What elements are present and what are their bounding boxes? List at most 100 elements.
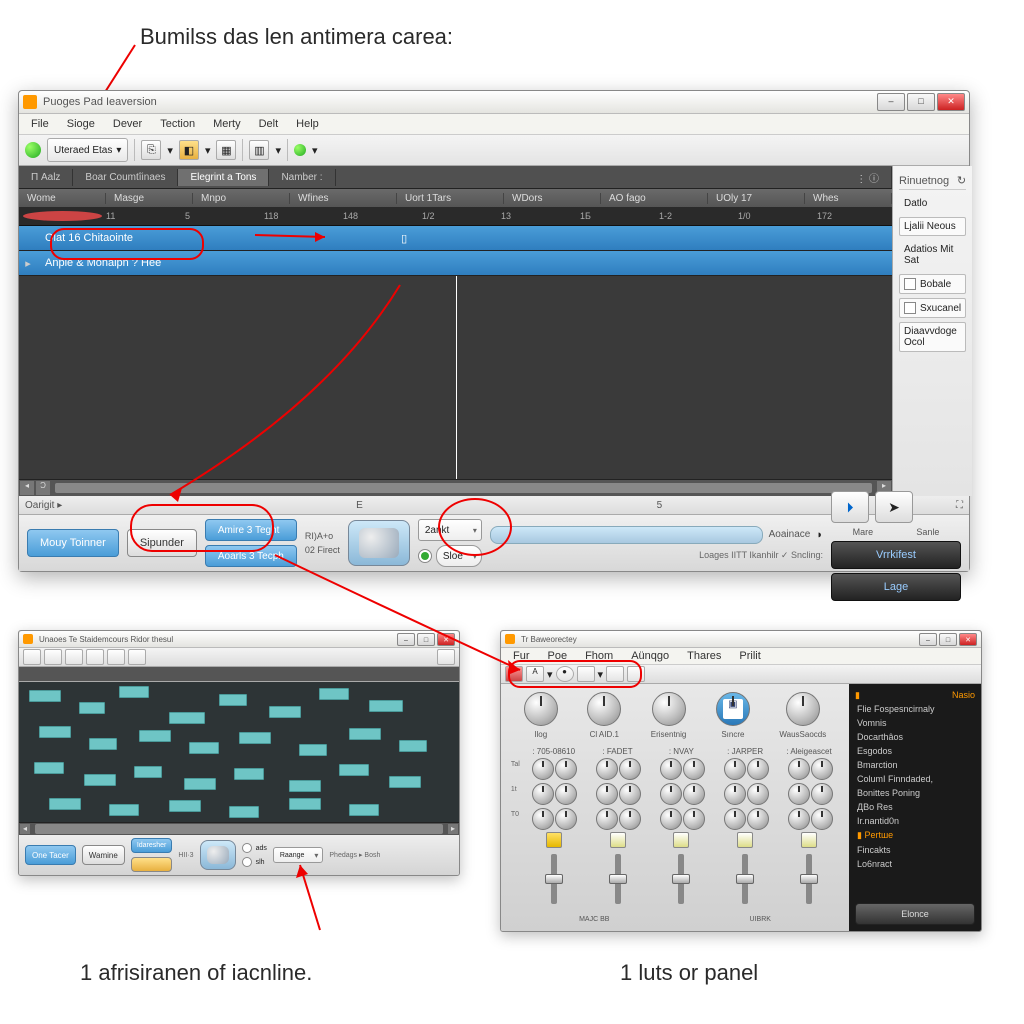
sr-si-11[interactable]: Lo6nract — [855, 858, 975, 870]
sl-bt2[interactable]: Wamine — [82, 845, 125, 865]
sr-si-8[interactable]: Ir.nantid0n — [855, 815, 975, 827]
knob-2[interactable] — [652, 692, 686, 726]
sr-tb-4[interactable] — [577, 666, 595, 682]
track-row-0[interactable]: Olat 16 Chitaointe ▯ — [19, 226, 892, 251]
minimize-button[interactable]: – — [877, 93, 905, 111]
sl-bt1[interactable]: One Tacer — [25, 845, 76, 865]
sr-menu-4[interactable]: Thares — [679, 648, 729, 664]
scroll-start-icon[interactable]: Ɔ — [36, 481, 50, 495]
dark-button-1[interactable]: Vrrkifest — [831, 541, 961, 569]
jog-wheel[interactable] — [348, 520, 410, 566]
sr-si-5[interactable]: ColumI Finndaded, — [855, 773, 975, 785]
sr-tb-3[interactable]: ● — [556, 666, 574, 682]
sr-si-0[interactable]: Flie Fospesncirnaly — [855, 703, 975, 715]
sr-tb-5[interactable] — [606, 666, 624, 682]
sr-tb-6[interactable] — [627, 666, 645, 682]
transport-slider[interactable] — [490, 526, 763, 544]
track-row-1[interactable]: ▸ Anple & Monaipn ? Hee — [19, 251, 892, 276]
sr-menu-1[interactable]: Poe — [540, 648, 576, 664]
ruler-marker-icon[interactable] — [23, 211, 102, 221]
sl-dd[interactable]: Raange — [273, 847, 324, 863]
tab-3[interactable]: Namber : — [269, 169, 335, 186]
tab-menu-icon[interactable]: ⋮ ⓘ — [844, 167, 892, 188]
refresh-icon[interactable]: ↻ — [957, 174, 966, 187]
sl-tb-1[interactable] — [23, 649, 41, 665]
side-item-1[interactable]: Adatios Mit Sat — [899, 240, 966, 270]
col-6[interactable]: AO fago — [601, 193, 708, 204]
sl-tb-r[interactable] — [437, 649, 455, 665]
transport-dropdown[interactable]: 2ankt — [418, 519, 482, 541]
save-button[interactable]: ➤ — [875, 491, 913, 523]
more-button[interactable]: ⏵ — [831, 491, 869, 523]
sl-piano-roll[interactable] — [19, 682, 459, 822]
record-icon[interactable] — [25, 142, 41, 158]
menu-help[interactable]: Help — [288, 116, 327, 132]
sl-hscroll[interactable]: ◂▸ — [19, 822, 459, 835]
sr-si-4[interactable]: Bmarction — [855, 759, 975, 771]
clip-icon[interactable]: ▯ — [401, 232, 407, 245]
side-item-0[interactable]: Ljalii Neous — [899, 217, 966, 236]
sl-bt4[interactable] — [131, 857, 173, 872]
close-button[interactable]: ✕ — [937, 93, 965, 111]
col-3[interactable]: Wfines — [290, 193, 397, 204]
chan-slider[interactable] — [551, 854, 557, 904]
checkbox-icon[interactable] — [904, 278, 916, 290]
tab-2[interactable]: Elegrint a Tons — [178, 169, 269, 186]
slider-end-icon[interactable]: ◗ — [816, 529, 823, 541]
sr-menu-2[interactable]: Fhom — [577, 648, 621, 664]
chan-btn[interactable] — [546, 832, 562, 848]
sl-bt3[interactable]: Idaresher — [131, 838, 173, 853]
side-item-4[interactable]: Diaavvdoge Ocol — [899, 322, 966, 352]
menu-tection[interactable]: Tection — [152, 116, 203, 132]
side-item-2[interactable]: Bobale — [899, 274, 966, 294]
radio-label[interactable]: Sloe — [436, 545, 482, 567]
side-item-3[interactable]: Sxucanel — [899, 298, 966, 318]
hscroll[interactable]: ◂ Ɔ ▸ — [19, 479, 892, 496]
sl-tb-5[interactable] — [107, 649, 125, 665]
toolbar-icon-4[interactable]: ▥ — [249, 140, 269, 160]
sl-tb-4[interactable] — [86, 649, 104, 665]
col-8[interactable]: Whes — [805, 193, 892, 204]
knob-3[interactable]: ▣ — [716, 692, 750, 726]
transport-btn-1[interactable]: Mouy Toinner — [27, 529, 119, 557]
col-7[interactable]: UOly 17 — [708, 193, 805, 204]
scroll-thumb[interactable] — [55, 483, 872, 493]
sr-si-1[interactable]: Vomnis — [855, 717, 975, 729]
maximize-button[interactable]: □ — [907, 93, 935, 111]
sl-tb-3[interactable] — [65, 649, 83, 665]
transport-stack-1[interactable]: Amire 3 Teght — [205, 519, 297, 541]
sr-si-6[interactable]: Bonittes Poning — [855, 787, 975, 799]
col-5[interactable]: WDors — [504, 193, 601, 204]
tab-0[interactable]: П Aalz — [19, 169, 73, 186]
menu-delt[interactable]: Delt — [251, 116, 287, 132]
sl-jog[interactable] — [200, 840, 236, 870]
toolbar-icon-3[interactable]: ▦ — [216, 140, 236, 160]
sr-tb-2[interactable]: A — [526, 666, 544, 682]
sr-si-10[interactable]: Fincakts — [855, 844, 975, 856]
knob-0[interactable] — [524, 692, 558, 726]
radio-icon[interactable] — [418, 549, 432, 563]
toolbar-icon-2[interactable]: ◧ — [179, 140, 199, 160]
play-icon[interactable]: ▸ — [19, 257, 37, 270]
col-2[interactable]: Mnpo — [193, 193, 290, 204]
sl-tb-2[interactable] — [44, 649, 62, 665]
toolbar-icon-1[interactable]: ⎘ — [141, 140, 161, 160]
col-0[interactable]: Wome — [19, 193, 106, 204]
transport-stack-2[interactable]: Aoarls 3 Tecph — [205, 545, 297, 567]
playhead[interactable] — [456, 276, 457, 479]
tab-1[interactable]: Boar Coumtîinaes — [73, 169, 178, 186]
arrangement-body[interactable] — [19, 276, 892, 479]
menu-merty[interactable]: Merty — [205, 116, 249, 132]
sr-menu-3[interactable]: Aünqgo — [623, 648, 677, 664]
toolbar-dot-icon[interactable] — [294, 144, 306, 156]
menu-dever[interactable]: Dever — [105, 116, 150, 132]
sr-si-3[interactable]: Esgodos — [855, 745, 975, 757]
knob-1[interactable] — [587, 692, 621, 726]
col-1[interactable]: Masge — [106, 193, 193, 204]
sr-menu-0[interactable]: Fur — [505, 648, 538, 664]
scroll-left-icon[interactable]: ◂ — [20, 481, 34, 495]
col-4[interactable]: Uort 1Tars — [397, 193, 504, 204]
sr-si-2[interactable]: Docarthâos — [855, 731, 975, 743]
sr-side-btn[interactable]: Elonce — [855, 903, 975, 925]
dark-button-2[interactable]: Lage — [831, 573, 961, 601]
